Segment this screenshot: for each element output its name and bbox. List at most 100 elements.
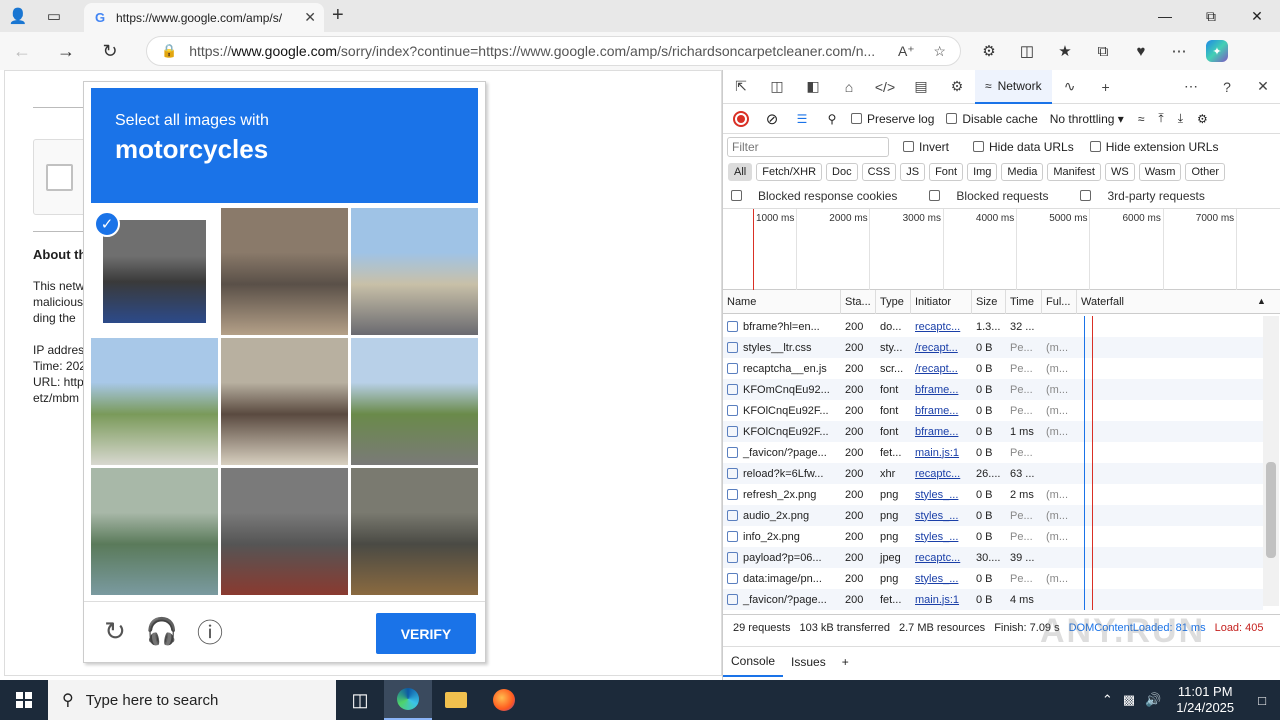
lock-icon[interactable]: 🔒 [161, 43, 177, 59]
row-initiator[interactable]: bframe... [911, 400, 972, 421]
request-row[interactable]: _favicon/?page... 200 fet... main.js:1 0 B 4 … [723, 589, 1263, 610]
back-button[interactable]: ← [0, 32, 44, 70]
help-icon[interactable]: ? [1209, 70, 1245, 104]
read-aloud-icon[interactable]: A⁺ [890, 43, 915, 60]
row-initiator[interactable]: styles_... [911, 568, 972, 589]
captcha-tile[interactable] [91, 468, 218, 595]
request-row[interactable]: refresh_2x.png 200 png styles_... 0 B 2 ms (m.… [723, 484, 1263, 505]
filter-input[interactable]: Filter [727, 137, 889, 157]
type-filter-js[interactable]: JS [900, 163, 926, 181]
clock[interactable]: 11:01 PM 1/24/2025 [1166, 684, 1244, 716]
hide-data-urls-checkbox[interactable]: Hide data URLs [973, 140, 1074, 154]
audio-challenge-icon[interactable]: 🎧 [146, 616, 178, 646]
captcha-tile[interactable] [221, 468, 348, 595]
col-size[interactable]: Size [972, 290, 1006, 314]
type-filter-ws[interactable]: WS [1104, 163, 1135, 181]
type-filter-fetchxhr[interactable]: Fetch/XHR [756, 163, 823, 181]
type-filter-all[interactable]: All [728, 163, 753, 181]
col-fulfilled[interactable]: Ful... [1042, 290, 1077, 314]
col-status[interactable]: Sta... [841, 290, 876, 314]
type-filter-doc[interactable]: Doc [826, 163, 858, 181]
file-explorer-icon[interactable] [432, 680, 480, 720]
favorite-star-icon[interactable]: ☆ [925, 43, 946, 60]
request-row[interactable]: info_2x.png 200 png styles_... 0 B Pe... (m... [723, 526, 1263, 547]
split-screen-icon[interactable]: ◫ [1008, 32, 1046, 70]
request-row[interactable]: data:image/pn... 200 png styles_... 0 B Pe...… [723, 568, 1263, 589]
reload-icon[interactable]: ↻ [100, 616, 130, 646]
dock-icon[interactable]: ◧ [795, 70, 831, 104]
url-field[interactable]: 🔒 https://www.google.com/sorry/index?con… [146, 36, 961, 66]
task-view-icon[interactable]: ◫ [336, 680, 384, 720]
recaptcha-checkbox-widget[interactable] [33, 139, 89, 215]
edge-taskbar-icon[interactable] [384, 680, 432, 720]
row-initiator[interactable]: recaptc... [911, 316, 972, 337]
sources-icon[interactable]: ⚙ [939, 70, 975, 104]
col-initiator[interactable]: Initiator [911, 290, 972, 314]
forward-button[interactable]: → [44, 32, 88, 70]
refresh-button[interactable]: ↻ [88, 32, 132, 70]
requests-scrollbar[interactable] [1263, 316, 1279, 606]
performance-icon[interactable]: ∿ [1052, 70, 1088, 104]
type-filter-manifest[interactable]: Manifest [1047, 163, 1101, 181]
volume-icon[interactable]: 🔊 [1140, 692, 1166, 708]
elements-icon[interactable]: </> [867, 70, 903, 104]
drawer-tab-console[interactable]: Console [723, 647, 784, 677]
row-initiator[interactable]: styles_... [911, 526, 972, 547]
request-row[interactable]: KFOlCnqEu92F... 200 font bframe... 0 B Pe... (… [723, 400, 1263, 421]
captcha-tile[interactable] [221, 208, 348, 335]
captcha-tile[interactable] [351, 338, 478, 465]
captcha-tile[interactable] [91, 338, 218, 465]
col-time[interactable]: Time [1006, 290, 1042, 314]
blocked-cookies-checkbox[interactable]: Blocked response cookies [731, 189, 913, 203]
verify-button[interactable]: VERIFY [376, 613, 476, 654]
captcha-tile[interactable]: ✓ [91, 208, 218, 335]
col-type[interactable]: Type [876, 290, 911, 314]
type-filter-css[interactable]: CSS [861, 163, 897, 181]
type-filter-other[interactable]: Other [1185, 163, 1225, 181]
browser-tab[interactable]: G https://www.google.com/amp/s/ ✕ [84, 3, 324, 32]
row-initiator[interactable]: bframe... [911, 379, 972, 400]
row-initiator[interactable]: styles_... [911, 484, 972, 505]
request-row[interactable]: recaptcha__en.js 200 scr... /recapt... 0 B Pe… [723, 358, 1263, 379]
close-devtools-icon[interactable]: ✕ [1245, 70, 1280, 104]
request-row[interactable]: styles__ltr.css 200 sty... /recapt... 0 B Pe.… [723, 337, 1263, 358]
favorites-icon[interactable]: ★ [1046, 32, 1084, 70]
import-icon[interactable]: ⤒ [1158, 111, 1163, 126]
new-tab-button[interactable]: + [332, 4, 344, 27]
row-initiator[interactable]: styles_... [911, 505, 972, 526]
preserve-log-checkbox[interactable]: Preserve log [851, 112, 934, 126]
tab-network[interactable]: ≈ Network [975, 69, 1052, 104]
firefox-icon[interactable] [480, 680, 528, 720]
welcome-icon[interactable]: ⌂ [831, 70, 867, 104]
info-icon[interactable]: ⓘ [195, 616, 225, 648]
timeline-overview[interactable]: 1000 ms 2000 ms 3000 ms 4000 ms 5000 ms 6000 … [723, 208, 1280, 291]
blocked-requests-checkbox[interactable]: Blocked requests [929, 189, 1064, 203]
request-row[interactable]: audio_2x.png 200 png styles_... 0 B Pe... (m..… [723, 505, 1263, 526]
search-icon[interactable]: ⚲ [817, 112, 847, 126]
notifications-icon[interactable]: □ [1244, 693, 1280, 708]
sort-up-icon[interactable]: ▲ [1257, 296, 1266, 306]
throttling-select[interactable]: No throttling ▾ [1050, 112, 1124, 126]
request-row[interactable]: KFOlCnqEu92F... 200 font bframe... 0 B 1 ms (m… [723, 421, 1263, 442]
device-emulation-icon[interactable]: ◫ [759, 70, 795, 104]
row-initiator[interactable]: recaptc... [911, 547, 972, 568]
tray-overflow-icon[interactable]: ⌃ [1097, 692, 1118, 708]
more-options-icon[interactable]: ⋯ [1173, 70, 1209, 104]
captcha-tile[interactable] [351, 208, 478, 335]
col-name[interactable]: Name [723, 290, 841, 314]
row-initiator[interactable]: recaptc... [911, 463, 972, 484]
filter-icon[interactable]: ☰ [787, 112, 817, 126]
captcha-tile[interactable] [351, 468, 478, 595]
disable-cache-checkbox[interactable]: Disable cache [946, 112, 1038, 126]
extensions-icon[interactable]: ⚙ [970, 32, 1008, 70]
clear-icon[interactable]: ⊘ [757, 110, 787, 128]
network-icon[interactable]: ▩ [1118, 692, 1140, 708]
export-icon[interactable]: ⤓ [1178, 111, 1183, 126]
close-tab-icon[interactable]: ✕ [304, 9, 316, 26]
windows-start-icon[interactable] [0, 680, 48, 720]
row-initiator[interactable]: /recapt... [911, 337, 972, 358]
third-party-checkbox[interactable]: 3rd-party requests [1080, 189, 1220, 203]
inspect-icon[interactable]: ⇱ [723, 70, 759, 104]
restore-icon[interactable]: ⧉ [1188, 0, 1234, 32]
type-filter-img[interactable]: Img [967, 163, 998, 181]
